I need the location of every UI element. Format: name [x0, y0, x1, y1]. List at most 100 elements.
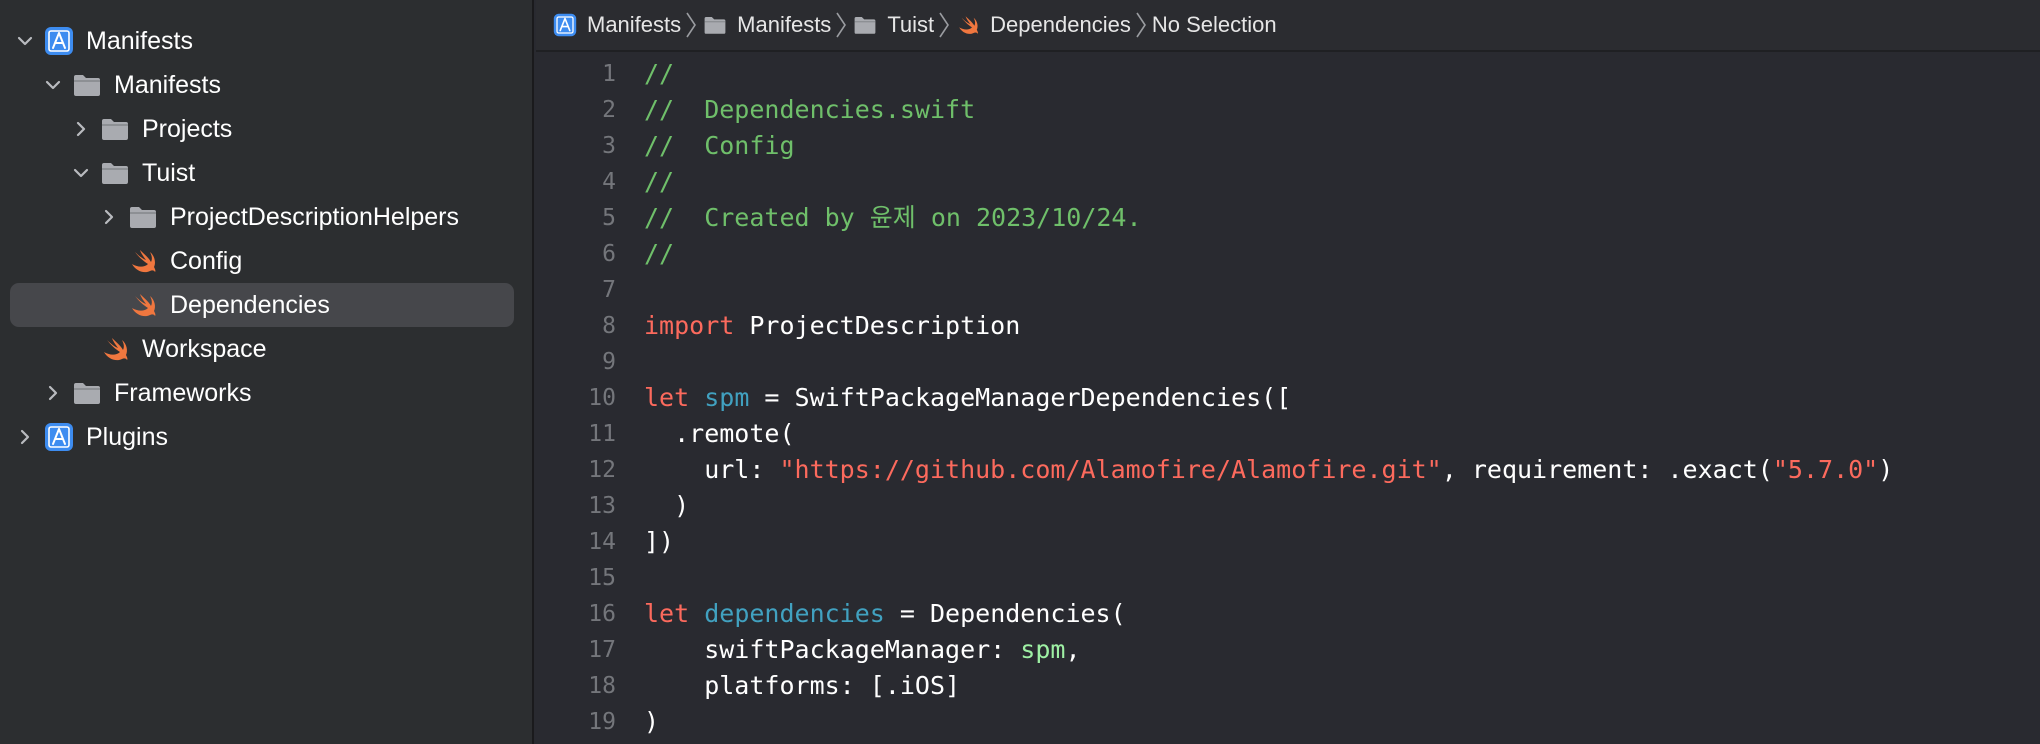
chevron-down-icon[interactable]	[42, 74, 64, 96]
code-line[interactable]: )	[644, 704, 659, 740]
code-token-comment: // Created by 윤제 on 2023/10/24.	[644, 203, 1142, 232]
code-token-decl2: spm	[704, 383, 750, 412]
code-line[interactable]: import ProjectDescription	[644, 308, 1020, 344]
swift-file-icon	[128, 290, 158, 320]
navigator-item[interactable]: Plugins	[10, 415, 514, 459]
navigator-item[interactable]: Dependencies	[10, 283, 514, 327]
swift-file-icon	[128, 246, 158, 276]
code-token-plain: )	[644, 491, 690, 520]
navigator-item[interactable]: ProjectDescriptionHelpers	[10, 195, 514, 239]
navigator-item-label: Manifests	[86, 26, 193, 55]
navigator-item[interactable]: Tuist	[10, 151, 514, 195]
code-token-plain: platforms: [.iOS]	[644, 671, 961, 700]
navigator-item-label: Tuist	[142, 158, 196, 187]
navigator-item[interactable]: Projects	[10, 107, 514, 151]
jump-bar: Manifests Manifests Tuist Dependencies No…	[536, 0, 2040, 52]
code-token-plain: )	[644, 707, 660, 736]
breadcrumb-item[interactable]: Dependencies	[955, 12, 1131, 38]
folder-icon	[72, 378, 102, 408]
code-line[interactable]: //	[644, 56, 674, 92]
breadcrumb-separator-icon	[684, 10, 698, 40]
navigator-item-label: ProjectDescriptionHelpers	[170, 202, 460, 231]
folder-icon	[852, 12, 878, 38]
navigator-item-label: Workspace	[142, 334, 267, 363]
line-number: 15	[588, 565, 616, 591]
line-number: 11	[588, 421, 616, 447]
code-line[interactable]: //	[644, 236, 674, 272]
breadcrumb-item[interactable]: Tuist	[852, 12, 934, 38]
xcode-project-icon	[44, 422, 74, 452]
folder-icon	[128, 202, 158, 232]
chevron-down-icon[interactable]	[70, 162, 92, 184]
code-token-plain: = SwiftPackageManagerDependencies([	[749, 383, 1292, 412]
code-line[interactable]: ])	[644, 524, 674, 560]
navigator-item-label: Plugins	[86, 422, 168, 451]
navigator-item[interactable]: Config	[10, 239, 514, 283]
code-token-plain: .remote(	[644, 419, 795, 448]
code-token-string: "5.7.0"	[1772, 455, 1879, 484]
code-line[interactable]: let spm = SwiftPackageManagerDependencie…	[644, 380, 1291, 416]
breadcrumb-label: Manifests	[737, 12, 832, 37]
source-editor[interactable]: 1 2 3 4 5 6 7 8 9 10 11 12 13 14 15 16 17 18 19 //// Depen…	[536, 54, 2040, 744]
line-number: 19	[588, 709, 616, 735]
navigator-item[interactable]: Manifests	[10, 19, 514, 63]
folder-icon	[100, 158, 130, 188]
code-token-comment: //	[644, 239, 675, 268]
chevron-right-icon[interactable]	[42, 382, 64, 404]
code-line[interactable]: let dependencies = Dependencies(	[644, 596, 1126, 632]
code-line[interactable]: // Dependencies.swift	[644, 92, 975, 128]
code-token-decl2: dependencies	[704, 599, 885, 628]
breadcrumb-separator-icon	[834, 10, 848, 40]
code-token-ref2: spm	[1020, 635, 1066, 664]
code-line[interactable]: platforms: [.iOS]	[644, 668, 960, 704]
breadcrumb-item[interactable]: No Selection	[1152, 12, 1277, 38]
breadcrumb-label: Dependencies	[990, 12, 1131, 37]
navigator-item-label: Frameworks	[114, 378, 252, 407]
code-token-plain: url:	[644, 455, 780, 484]
line-number: 4	[602, 169, 616, 195]
line-number: 9	[602, 349, 616, 375]
navigator-item[interactable]: Workspace	[10, 327, 514, 371]
breadcrumb-item[interactable]: Manifests	[702, 12, 831, 38]
code-line[interactable]: // Config	[644, 128, 795, 164]
code-token-plain: swiftPackageManager:	[644, 635, 1021, 664]
code-token-keyword: let	[644, 383, 690, 412]
breadcrumb-label: No Selection	[1151, 12, 1277, 37]
code-line[interactable]: .remote(	[644, 416, 795, 452]
code-line[interactable]: swiftPackageManager: spm,	[644, 632, 1080, 668]
navigator-item-label: Dependencies	[170, 290, 330, 319]
code-token-comment: // Dependencies.swift	[644, 95, 976, 124]
navigator-item-label: Projects	[142, 114, 233, 143]
chevron-down-icon[interactable]	[14, 30, 36, 52]
line-number: 17	[588, 637, 616, 663]
breadcrumb-label: Manifests	[587, 12, 682, 37]
navigator-item[interactable]: Frameworks	[10, 371, 514, 415]
breadcrumb-separator-icon	[937, 10, 951, 40]
line-number: 13	[588, 493, 616, 519]
folder-icon	[702, 12, 728, 38]
code-token-plain: = Dependencies(	[884, 599, 1126, 628]
line-number: 1	[602, 61, 616, 87]
code-line[interactable]: //	[644, 164, 674, 200]
chevron-right-icon[interactable]	[14, 426, 36, 448]
line-number: 12	[588, 457, 616, 483]
code-token-plain: ])	[644, 527, 675, 556]
project-navigator: Manifests Manifests Projects Tuist Proje…	[0, 0, 534, 744]
code-line[interactable]: // Created by 윤제 on 2023/10/24.	[644, 200, 1142, 236]
folder-icon	[72, 70, 102, 100]
navigator-item[interactable]: Manifests	[10, 63, 514, 107]
code-token-plain: )	[1878, 455, 1894, 484]
chevron-right-icon[interactable]	[70, 118, 92, 140]
line-number: 10	[588, 385, 616, 411]
swift-file-icon	[100, 334, 130, 364]
code-token-comment: //	[644, 59, 675, 88]
breadcrumb-label: Tuist	[887, 12, 935, 37]
navigator-item-label: Config	[170, 246, 243, 275]
breadcrumb-item[interactable]: Manifests	[552, 12, 681, 38]
chevron-right-icon[interactable]	[98, 206, 120, 228]
folder-icon	[100, 114, 130, 144]
navigator-item-label: Manifests	[114, 70, 221, 99]
code-line[interactable]: url: "https://github.com/Alamofire/Alamo…	[644, 452, 1893, 488]
code-line[interactable]: )	[644, 488, 689, 524]
